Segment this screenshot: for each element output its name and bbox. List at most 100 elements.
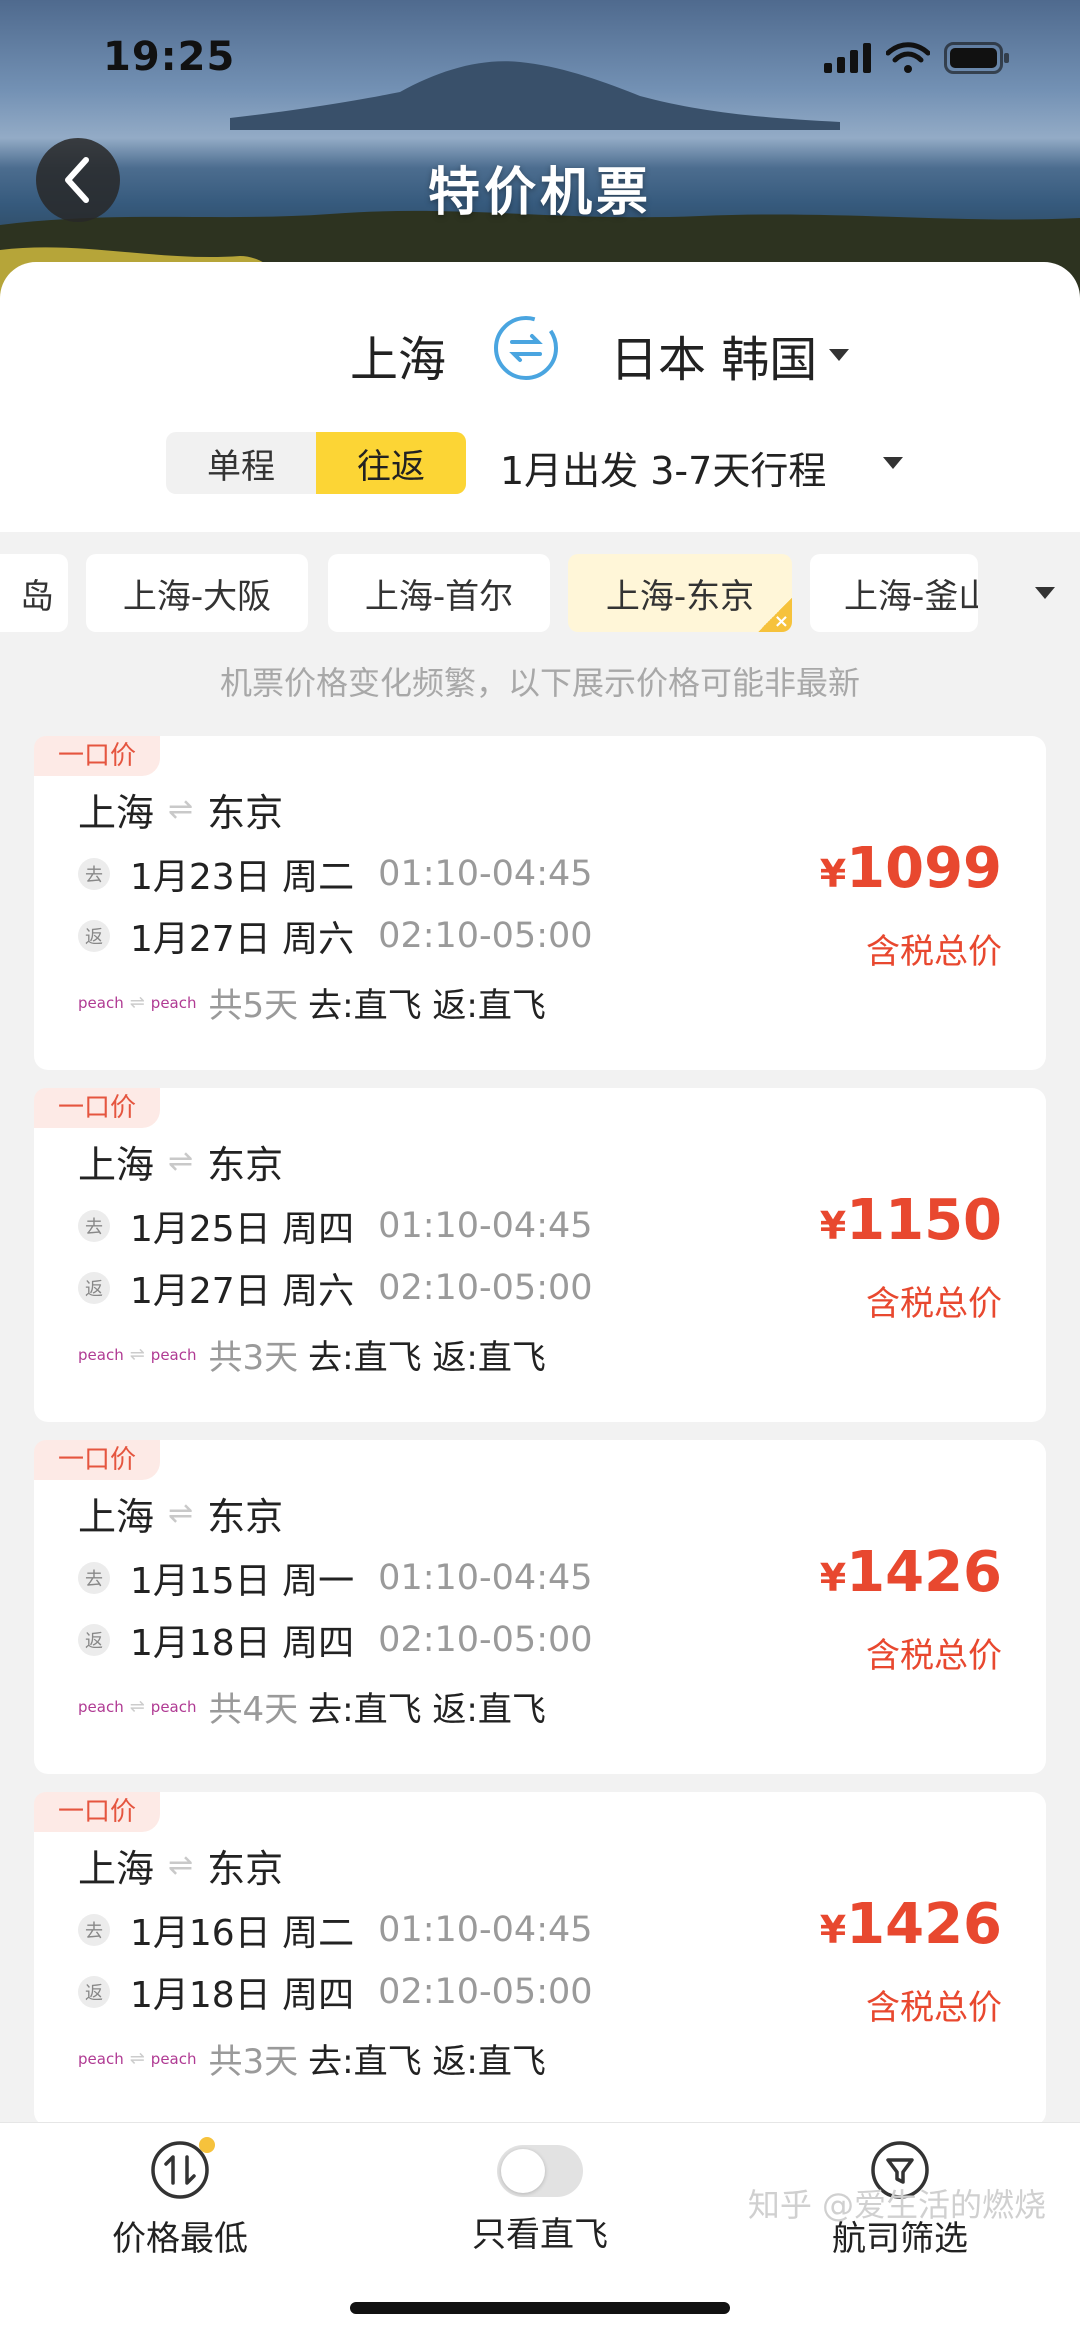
active-indicator-dot — [199, 2137, 215, 2153]
route-chip[interactable]: 上海-釜山 — [810, 554, 978, 632]
return-time: 02:10-05:00 — [378, 1972, 593, 2012]
sort-by-price-button[interactable]: 价格最低 — [50, 2137, 310, 2260]
round-trip-arrows-icon: ⇌ — [168, 792, 194, 827]
card-to: 东京 — [207, 791, 284, 835]
fixed-price-badge: 一口价 — [34, 736, 161, 776]
trip-duration: 共3天 — [208, 1338, 299, 1378]
price-amount: 1426 — [846, 1892, 1002, 1957]
round-trip-arrows-icon: ⇌ — [129, 1696, 145, 1717]
outbound-tag: 去 — [78, 1562, 110, 1594]
return-tag: 返 — [78, 920, 110, 952]
round-trip-arrows-icon: ⇌ — [129, 1344, 145, 1365]
airline-logo: peach — [150, 2049, 197, 2068]
outbound-tag: 去 — [78, 1914, 110, 1946]
route-chip[interactable]: 上海-大阪 — [86, 554, 308, 632]
direct-flight-info: 去:直飞 返:直飞 — [308, 2042, 546, 2082]
one-way-option[interactable]: 单程 — [166, 432, 316, 494]
direct-flight-info: 去:直飞 返:直飞 — [308, 1690, 546, 1730]
route-chip[interactable]: 上海-首尔 — [328, 554, 550, 632]
card-route: 上海 ⇌ 东京 — [78, 1486, 283, 1541]
return-date: 1月18日 周四 — [130, 1975, 355, 2016]
watermark: 知乎 @爱生活的燃烧 — [747, 2186, 1046, 2224]
round-trip-arrows-icon: ⇌ — [168, 1848, 194, 1883]
outbound-leg: 去 1月25日 周四 01:10-04:45 — [78, 1200, 593, 1252]
fixed-price-badge: 一口价 — [34, 1440, 161, 1480]
return-time: 02:10-05:00 — [378, 916, 593, 956]
sort-icon — [149, 2137, 215, 2201]
direct-only-toggle[interactable]: 只看直飞 — [410, 2139, 670, 2256]
airline-logo: peach — [150, 1697, 197, 1716]
card-from: 上海 — [78, 1847, 155, 1891]
return-leg: 返 1月18日 周四 02:10-05:00 — [78, 1614, 593, 1666]
price-note: 含税总价 — [866, 1636, 1002, 1676]
trip-duration: 共4天 — [208, 1690, 299, 1730]
outbound-date: 1月25日 周四 — [130, 1209, 355, 1250]
battery-icon — [944, 42, 1009, 74]
trip-summary: peach ⇌ peach 共3天 去:直飞 返:直飞 — [78, 1330, 546, 1379]
direct-flight-info: 去:直飞 返:直飞 — [308, 986, 546, 1026]
card-route: 上海 ⇌ 东京 — [78, 1838, 283, 1893]
caret-down-icon[interactable] — [828, 348, 850, 362]
card-to: 东京 — [207, 1143, 284, 1187]
flight-card[interactable]: 一口价 上海 ⇌ 东京 去 1月16日 周二 01:10-04:45 返 1月1… — [34, 1792, 1046, 2126]
to-city[interactable]: 日本 韩国 — [610, 320, 817, 390]
airline-logo: peach — [78, 993, 124, 1012]
airline-logo: peach — [78, 1345, 124, 1364]
caret-down-icon[interactable] — [882, 456, 904, 470]
outbound-time: 01:10-04:45 — [378, 1910, 593, 1950]
sort-label: 价格最低 — [112, 2219, 248, 2259]
signal-icon — [824, 43, 871, 73]
price-notice: 机票价格变化频繁，以下展示价格可能非最新 — [219, 664, 860, 702]
card-route: 上海 ⇌ 东京 — [78, 782, 283, 837]
outbound-tag: 去 — [78, 858, 110, 890]
status-icons — [824, 42, 1010, 74]
from-city[interactable]: 上海 — [350, 320, 446, 390]
return-tag: 返 — [78, 1976, 110, 2008]
more-routes-button[interactable] — [1010, 554, 1080, 632]
route-chip[interactable]: 岛 — [0, 554, 68, 632]
caret-down-icon — [1035, 587, 1055, 599]
selected-check-icon: × — [758, 598, 792, 632]
card-from: 上海 — [78, 1143, 155, 1187]
trip-summary: peach ⇌ peach 共4天 去:直飞 返:直飞 — [78, 1682, 546, 1731]
return-leg: 返 1月18日 周四 02:10-05:00 — [78, 1966, 593, 2018]
route-chip-selected[interactable]: 上海-东京 × — [568, 554, 792, 632]
swap-icon[interactable] — [488, 310, 564, 386]
outbound-leg: 去 1月23日 周二 01:10-04:45 — [78, 848, 593, 900]
direct-only-switch[interactable] — [497, 2145, 583, 2197]
airline-logo: peach — [150, 1345, 197, 1364]
return-tag: 返 — [78, 1624, 110, 1656]
return-time: 02:10-05:00 — [378, 1268, 593, 1308]
route-selector: 上海 日本 韩国 — [0, 310, 1080, 400]
round-trip-arrows-icon: ⇌ — [168, 1144, 194, 1179]
price-amount: 1099 — [846, 836, 1002, 901]
fixed-price-badge: 一口价 — [34, 1792, 161, 1832]
outbound-time: 01:10-04:45 — [378, 1206, 593, 1246]
price-note: 含税总价 — [866, 932, 1002, 972]
currency-symbol: ¥ — [819, 852, 847, 896]
outbound-date: 1月23日 周二 — [130, 857, 355, 898]
price-amount: 1150 — [846, 1188, 1002, 1253]
outbound-time: 01:10-04:45 — [378, 854, 593, 894]
return-date: 1月27日 周六 — [130, 1271, 355, 1312]
outbound-leg: 去 1月15日 周一 01:10-04:45 — [78, 1552, 593, 1604]
page-title: 特价机票 — [427, 163, 652, 223]
route-chip-label: 岛 — [20, 576, 54, 617]
flight-card[interactable]: 一口价 上海 ⇌ 东京 去 1月15日 周一 01:10-04:45 返 1月1… — [34, 1440, 1046, 1774]
airline-logo: peach — [78, 1697, 124, 1716]
round-trip-option[interactable]: 往返 — [316, 432, 466, 494]
price: ¥1426 — [820, 1540, 1002, 1605]
outbound-date: 1月16日 周二 — [130, 1913, 355, 1954]
trip-date-range[interactable]: 1月出发 3-7天行程 — [500, 440, 826, 495]
card-to: 东京 — [207, 1495, 284, 1539]
card-to: 东京 — [207, 1847, 284, 1891]
flight-card[interactable]: 一口价 上海 ⇌ 东京 去 1月25日 周四 01:10-04:45 返 1月2… — [34, 1088, 1046, 1422]
round-trip-arrows-icon: ⇌ — [129, 992, 145, 1013]
trip-summary: peach ⇌ peach 共5天 去:直飞 返:直飞 — [78, 978, 546, 1027]
return-tag: 返 — [78, 1272, 110, 1304]
price-amount: 1426 — [846, 1540, 1002, 1605]
flight-card[interactable]: 一口价 上海 ⇌ 东京 去 1月23日 周二 01:10-04:45 返 1月2… — [34, 736, 1046, 1070]
status-bar: 19:25 — [0, 0, 1080, 120]
route-chip-label: 上海-釜山 — [844, 576, 978, 617]
price-note: 含税总价 — [866, 1284, 1002, 1324]
